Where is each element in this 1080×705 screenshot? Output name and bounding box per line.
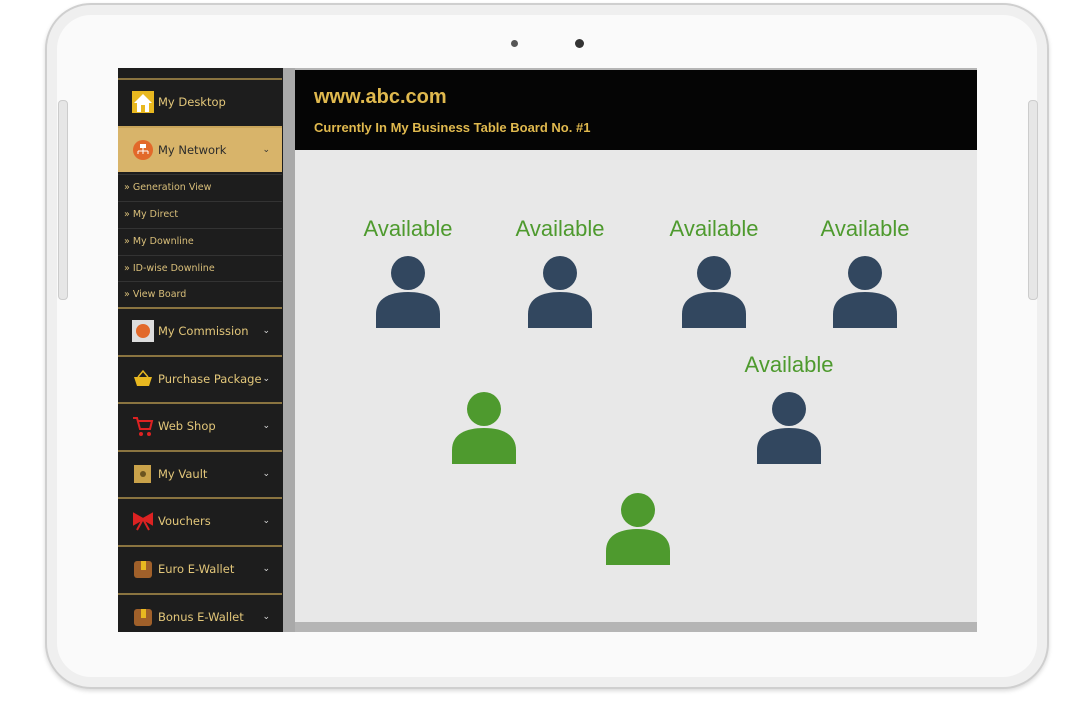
basket-icon: [132, 368, 154, 390]
sidebar-subitem-my-direct[interactable]: » My Direct: [118, 201, 282, 227]
chevron-down-icon: ⌄: [262, 564, 270, 574]
sidebar-item-euro-e-wallet[interactable]: Euro E-Wallet ⌄: [118, 545, 282, 591]
screen: My Desktop My Network ⌄ » Generation Vie…: [118, 68, 977, 632]
occupied-slot-person-icon[interactable]: [451, 392, 517, 464]
site-title: www.abc.com: [314, 86, 447, 108]
available-slot-person-icon[interactable]: [832, 256, 898, 328]
tablet-side-button-left: [58, 100, 68, 300]
bow-icon: [132, 510, 154, 532]
chevron-down-icon: ⌄: [262, 469, 270, 479]
tablet-side-button-right: [1028, 100, 1038, 300]
available-slot-person-icon[interactable]: [527, 256, 593, 328]
sidebar-item-vouchers[interactable]: Vouchers ⌄: [118, 497, 282, 543]
sidebar-item-bonus-e-wallet[interactable]: Bonus E-Wallet ⌄: [118, 593, 282, 632]
sidebar-item-web-shop[interactable]: Web Shop ⌄: [118, 402, 282, 448]
cart-icon: [132, 415, 154, 437]
sidebar-divider: [283, 68, 295, 632]
available-label: Available: [669, 216, 759, 241]
available-label: Available: [515, 216, 605, 241]
sidebar: My Desktop My Network ⌄ » Generation Vie…: [118, 68, 283, 632]
board-content: www.abc.com Currently In My Business Tab…: [295, 70, 977, 622]
camera-icon: [575, 39, 584, 48]
available-slot-person-icon[interactable]: [375, 256, 441, 328]
chevron-down-icon: ⌄: [262, 421, 270, 431]
network-icon: [132, 139, 154, 161]
header: www.abc.com Currently In My Business Tab…: [295, 70, 977, 150]
house-icon: [132, 91, 154, 113]
vault-icon: [132, 463, 154, 485]
wallet-icon: [132, 558, 154, 580]
sidebar-item-my-network[interactable]: My Network ⌄: [118, 126, 282, 172]
sidebar-item-my-desktop[interactable]: My Desktop: [118, 78, 282, 124]
chevron-down-icon: ⌄: [262, 145, 270, 155]
available-slot-person-icon[interactable]: [756, 392, 822, 464]
available-slot-person-icon[interactable]: [681, 256, 747, 328]
chevron-down-icon: ⌄: [262, 374, 270, 384]
chevron-down-icon: ⌄: [262, 612, 270, 622]
board-title: Currently In My Business Table Board No.…: [314, 120, 591, 135]
sidebar-subitem-id-wise-downline[interactable]: » ID-wise Downline: [118, 255, 282, 281]
sidebar-item-purchase-package[interactable]: Purchase Package ⌄: [118, 355, 282, 401]
sidebar-item-my-commission[interactable]: My Commission ⌄: [118, 307, 282, 353]
wallet-icon: [132, 606, 154, 628]
available-label: Available: [820, 216, 910, 241]
available-label: Available: [363, 216, 453, 241]
occupied-slot-person-icon[interactable]: [605, 493, 671, 565]
sidebar-item-my-vault[interactable]: My Vault ⌄: [118, 450, 282, 496]
chevron-down-icon: ⌄: [262, 516, 270, 526]
sidebar-subitem-view-board[interactable]: » View Board: [118, 281, 282, 307]
commission-icon: [132, 320, 154, 342]
sidebar-subitem-generation-view[interactable]: » Generation View: [118, 174, 282, 200]
sidebar-subitem-my-downline[interactable]: » My Downline: [118, 228, 282, 254]
chevron-down-icon: ⌄: [262, 326, 270, 336]
available-label: Available: [744, 352, 834, 377]
sensor-icon: [511, 40, 518, 47]
